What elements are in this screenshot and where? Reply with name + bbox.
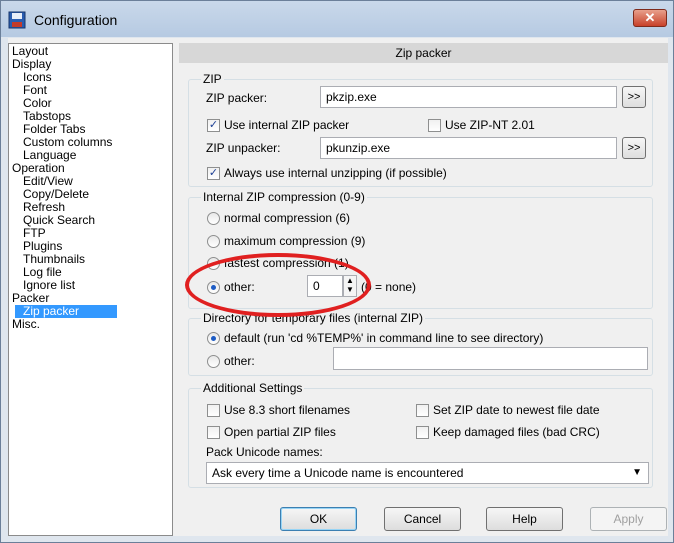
always-internal-unzip-label[interactable]: Always use internal unzipping (if possib… <box>224 166 447 180</box>
title-bar[interactable]: Configuration ✕ <box>1 1 673 37</box>
zip-unpacker-browse-button[interactable]: >> <box>622 137 646 159</box>
pack-unicode-selected-value: Ask every time a Unicode name is encount… <box>212 466 464 480</box>
close-icon: ✕ <box>644 10 656 25</box>
tempdir-other-label[interactable]: other: <box>224 354 255 368</box>
close-button[interactable]: ✕ <box>633 9 667 27</box>
set-zip-date-label[interactable]: Set ZIP date to newest file date <box>433 403 600 417</box>
zip-unpacker-input[interactable]: pkunzip.exe <box>320 137 617 159</box>
apply-button[interactable]: Apply <box>590 507 667 531</box>
dialog-client: Layout Display Icons Font Color Tabstops Folde… <box>8 38 668 536</box>
other-compression-label[interactable]: other: <box>224 280 255 294</box>
zip-group-title: ZIP <box>201 72 224 86</box>
pack-unicode-label: Pack Unicode names: <box>206 445 323 459</box>
use-internal-packer-checkbox[interactable]: ✓ <box>207 119 220 132</box>
compression-level-hint: (0 = none) <box>361 280 417 294</box>
tempdir-group-title: Directory for temporary files (internal … <box>201 311 426 325</box>
tempdir-default-radio[interactable] <box>207 332 220 345</box>
tempdir-default-label[interactable]: default (run 'cd %TEMP%' in command line… <box>224 331 543 345</box>
configuration-app-icon <box>8 11 26 29</box>
ok-button[interactable]: OK <box>280 507 357 531</box>
use-83-filenames-checkbox[interactable] <box>207 404 220 417</box>
tempdir-other-input[interactable] <box>333 347 648 370</box>
zip-packer-input[interactable]: pkzip.exe <box>320 86 617 108</box>
compression-group-title: Internal ZIP compression (0-9) <box>201 190 367 204</box>
fastest-compression-label[interactable]: fastest compression (1) <box>224 256 349 270</box>
maximum-compression-radio[interactable] <box>207 235 220 248</box>
tempdir-other-radio[interactable] <box>207 355 220 368</box>
other-compression-radio[interactable] <box>207 281 220 294</box>
compression-level-input[interactable]: 0 <box>307 275 343 297</box>
window-title: Configuration <box>34 12 118 28</box>
maximum-compression-label[interactable]: maximum compression (9) <box>224 234 365 248</box>
normal-compression-label[interactable]: normal compression (6) <box>224 211 350 225</box>
keep-damaged-files-checkbox[interactable] <box>416 426 429 439</box>
use-zip-nt-checkbox[interactable] <box>428 119 441 132</box>
cancel-button[interactable]: Cancel <box>384 507 461 531</box>
zip-packer-browse-button[interactable]: >> <box>622 86 646 108</box>
normal-compression-radio[interactable] <box>207 212 220 225</box>
use-zip-nt-label[interactable]: Use ZIP-NT 2.01 <box>445 118 535 132</box>
fastest-compression-radio[interactable] <box>207 257 220 270</box>
open-partial-zip-label[interactable]: Open partial ZIP files <box>224 425 336 439</box>
chevron-down-icon: ▼ <box>632 467 642 478</box>
additional-settings-title: Additional Settings <box>201 381 305 395</box>
use-internal-packer-label[interactable]: Use internal ZIP packer <box>224 118 349 132</box>
settings-tree[interactable]: Layout Display Icons Font Color Tabstops Folde… <box>8 43 173 536</box>
keep-damaged-files-label[interactable]: Keep damaged files (bad CRC) <box>433 425 600 439</box>
use-83-filenames-label[interactable]: Use 8.3 short filenames <box>224 403 350 417</box>
zip-packer-label: ZIP packer: <box>206 91 268 105</box>
always-internal-unzip-checkbox[interactable]: ✓ <box>207 167 220 180</box>
zip-unpacker-label: ZIP unpacker: <box>206 141 281 155</box>
help-button[interactable]: Help <box>486 507 563 531</box>
compression-level-spinner[interactable]: ▲ ▼ <box>343 275 357 297</box>
open-partial-zip-checkbox[interactable] <box>207 426 220 439</box>
set-zip-date-checkbox[interactable] <box>416 404 429 417</box>
tree-item-misc[interactable]: Misc. <box>12 318 40 331</box>
pack-unicode-select[interactable]: Ask every time a Unicode name is encount… <box>206 462 649 484</box>
page-title: Zip packer <box>179 43 668 63</box>
configuration-dialog: Configuration ✕ Layout Display Icons Font Co… <box>0 0 674 543</box>
